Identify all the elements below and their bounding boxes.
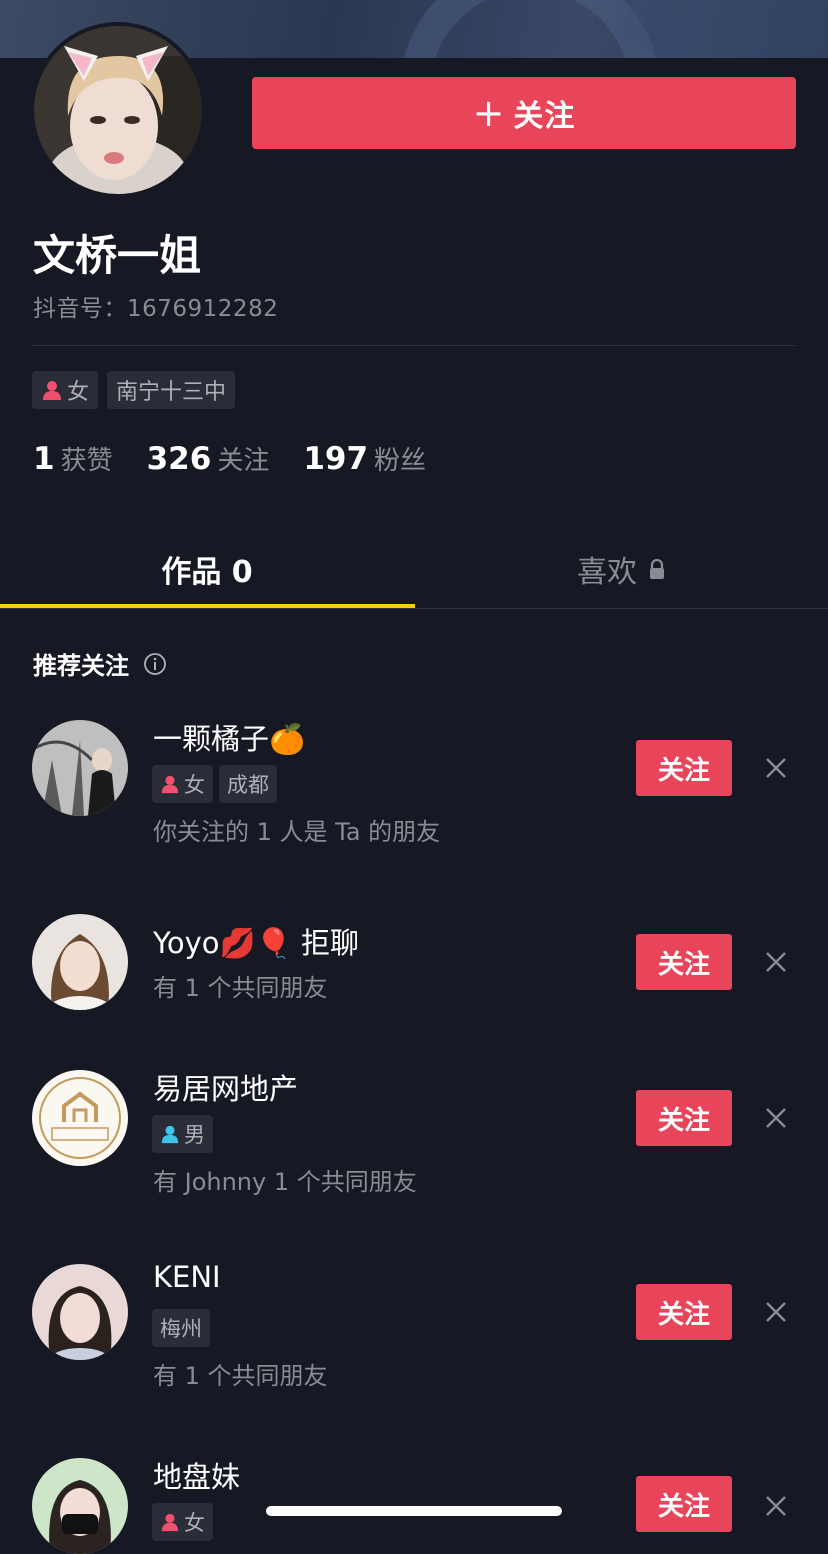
rec-name[interactable]: 一颗橘子🍊 (153, 716, 305, 758)
rec-name[interactable]: KENI (153, 1260, 221, 1294)
gender-tag: 女 (32, 371, 99, 409)
avatar[interactable] (32, 914, 128, 1010)
rec-name[interactable]: 易居网地产 (153, 1066, 298, 1108)
avatar[interactable] (32, 1458, 128, 1554)
follow-button[interactable]: + 关注 (252, 77, 796, 149)
rec-name[interactable]: 地盘妹 (153, 1454, 240, 1496)
location-tag: 成都 (219, 765, 277, 803)
profile-avatar[interactable] (30, 22, 206, 198)
rec-desc: 有 Johnny 1 个共同朋友 (153, 1168, 417, 1196)
rec-name[interactable]: Yoyo💋🎈 拒聊 (153, 920, 359, 962)
info-icon[interactable] (143, 652, 167, 676)
school-tag: 南宁十三中 (107, 371, 236, 409)
male-icon (160, 1124, 180, 1144)
profile-stats: 1 获赞 326 关注 197 粉丝 (33, 440, 460, 477)
follow-button[interactable]: 关注 (636, 740, 732, 796)
gender-tag: 男 (152, 1115, 213, 1153)
profile-tags: 女 南宁十三中 (32, 371, 236, 409)
following-stat[interactable]: 326 关注 (147, 440, 270, 477)
likes-stat[interactable]: 1 获赞 (33, 440, 113, 477)
gender-tag: 女 (152, 1503, 213, 1541)
location-tag: 梅州 (152, 1309, 210, 1347)
rec-desc: 有 1 个共同朋友 (153, 974, 328, 1002)
recommend-title: 推荐关注 (33, 646, 167, 681)
female-icon (160, 1512, 180, 1532)
close-icon[interactable] (762, 1104, 790, 1132)
tab-likes[interactable]: 喜欢 (414, 530, 828, 608)
tab-works[interactable]: 作品 0 (0, 530, 414, 608)
divider (33, 345, 796, 346)
tab-underline (0, 604, 415, 608)
follow-button[interactable]: 关注 (636, 1476, 732, 1532)
rec-tags: 梅州 (152, 1309, 210, 1347)
rec-tags: 女 (152, 1503, 213, 1541)
profile-name: 文桥一姐 (33, 231, 202, 280)
avatar[interactable] (32, 720, 128, 816)
douyin-id: 抖音号：1676912282 (33, 296, 279, 322)
rec-tags: 男 (152, 1115, 213, 1153)
followers-stat[interactable]: 197 粉丝 (303, 440, 426, 477)
female-icon (160, 774, 180, 794)
rec-desc: 你关注的 1 人是 Ta 的朋友 (153, 818, 441, 846)
avatar[interactable] (32, 1070, 128, 1166)
lock-icon (649, 559, 665, 579)
follow-button-label: 关注 (513, 99, 576, 134)
gender-tag: 女 (152, 765, 213, 803)
close-icon[interactable] (762, 948, 790, 976)
close-icon[interactable] (762, 1298, 790, 1326)
close-icon[interactable] (762, 754, 790, 782)
avatar[interactable] (32, 1264, 128, 1360)
plus-icon: + (472, 91, 506, 135)
rec-tags: 女 成都 (152, 765, 277, 803)
follow-button[interactable]: 关注 (636, 1284, 732, 1340)
profile-tabs: 作品 0 喜欢 (0, 530, 828, 609)
rec-desc: 有 1 个共同朋友 (153, 1362, 328, 1390)
female-icon (41, 379, 63, 401)
close-icon[interactable] (762, 1492, 790, 1520)
follow-button[interactable]: 关注 (636, 934, 732, 990)
home-indicator[interactable] (266, 1506, 562, 1516)
follow-button[interactable]: 关注 (636, 1090, 732, 1146)
